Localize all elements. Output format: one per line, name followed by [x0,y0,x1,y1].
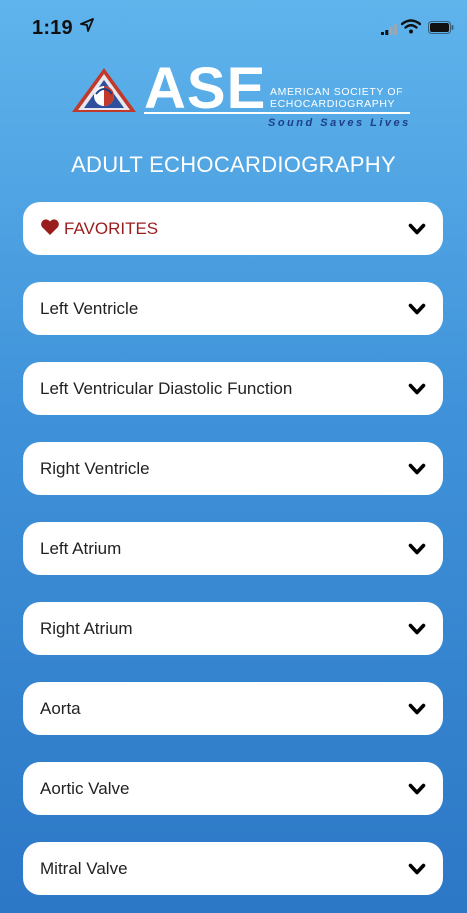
logo-org-line1: AMERICAN SOCIETY OF [270,86,404,98]
ase-logo: ASE AMERICAN SOCIETY OF ECHOCARDIOGRAPHY… [70,60,415,132]
menu-item-label: Right Ventricle [40,458,150,478]
logo-divider [144,112,410,114]
chevron-down-icon[interactable] [408,541,426,561]
menu-item-right-ventricle[interactable]: Right Ventricle [23,442,443,495]
menu-item-label: Left Ventricle [40,298,139,318]
menu-item-mitral-valve[interactable]: Mitral Valve [23,842,443,895]
status-bar: 1:19 [0,0,467,52]
status-time: 1:19 [32,17,73,39]
heart-triangle-logo-icon [70,66,138,119]
chevron-down-icon[interactable] [408,461,426,481]
menu-item-favorites[interactable]: FAVORITES [23,202,443,255]
chevron-down-icon[interactable] [408,861,426,881]
location-arrow-icon [80,18,94,37]
menu-item-label: FAVORITES [64,218,159,238]
menu-item-lv-diastolic-function[interactable]: Left Ventricular Diastolic Function [23,362,443,415]
menu-item-label: Left Ventricular Diastolic Function [40,378,293,398]
chevron-down-icon[interactable] [408,301,426,321]
chevron-down-icon[interactable] [408,621,426,641]
logo-org-line2: ECHOCARDIOGRAPHY [270,98,396,110]
menu-item-label: Aortic Valve [40,778,130,798]
logo-wordmark: ASE [144,56,267,121]
menu-item-left-ventricle[interactable]: Left Ventricle [23,282,443,335]
heart-icon [40,218,60,241]
menu-item-label: Left Atrium [40,538,122,558]
menu-item-right-atrium[interactable]: Right Atrium [23,602,443,655]
menu-item-label: Aorta [40,698,81,718]
menu-item-aortic-valve[interactable]: Aortic Valve [23,762,443,815]
menu-item-label: Mitral Valve [40,858,128,878]
menu-item-aorta[interactable]: Aorta [23,682,443,735]
chevron-down-icon[interactable] [408,701,426,721]
page-title: ADULT ECHOCARDIOGRAPHY [71,152,396,177]
menu-list: FAVORITES Left Ventricle Left Ventricula… [23,202,443,913]
logo-tagline: Sound Saves Lives [268,117,411,129]
app-screen: 1:19 ASE AMERICAN SOCIETY OF ECHOCARDIOG… [0,0,467,913]
menu-item-label: Right Atrium [40,618,133,638]
chevron-down-icon[interactable] [408,221,426,241]
signal-icon [381,22,397,40]
menu-item-left-atrium[interactable]: Left Atrium [23,522,443,575]
chevron-down-icon[interactable] [408,781,426,801]
battery-icon [428,21,454,39]
chevron-down-icon[interactable] [408,381,426,401]
wifi-icon [400,19,422,39]
